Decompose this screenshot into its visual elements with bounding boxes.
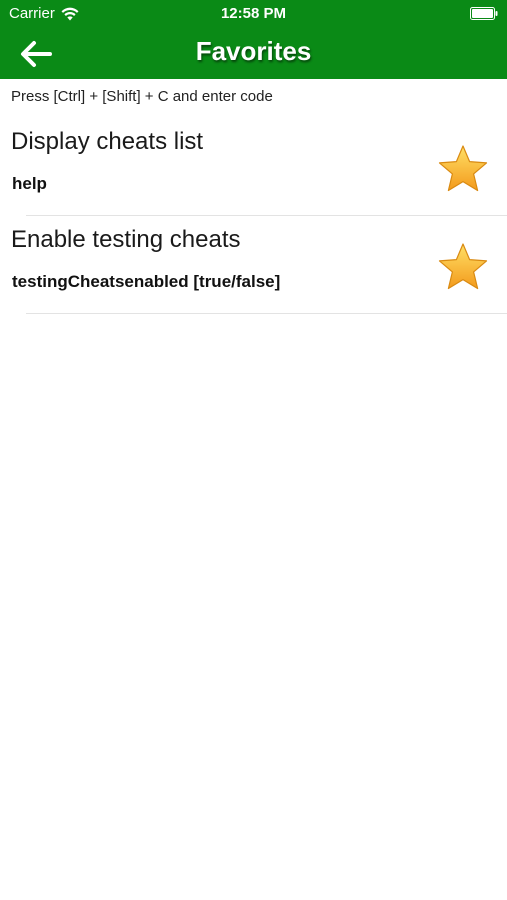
favorite-item-display-cheats-list[interactable]: Display cheats list help [0, 118, 507, 216]
navigation-bar: Favorites [0, 28, 507, 79]
battery-icon [470, 7, 498, 20]
cheat-title: Display cheats list [11, 128, 204, 155]
star-icon[interactable] [437, 144, 489, 196]
cheat-code: help [12, 174, 47, 193]
cheat-title: Enable testing cheats [11, 226, 241, 253]
status-time: 12:58 PM [220, 5, 287, 22]
page-title: Favorites [195, 36, 312, 66]
header-bar: Carrier 12:58 PM Favorites [0, 0, 507, 79]
favorite-item-enable-testing-cheats[interactable]: Enable testing cheats testingCheatsenabl… [0, 216, 507, 314]
star-icon[interactable] [437, 242, 489, 294]
cheat-code: testingCheatsenabled [true/false] [12, 272, 281, 291]
instruction-text: Press [Ctrl] + [Shift] + C and enter cod… [11, 88, 273, 105]
status-bar: Carrier 12:58 PM [0, 0, 507, 28]
row-separator [26, 313, 507, 314]
